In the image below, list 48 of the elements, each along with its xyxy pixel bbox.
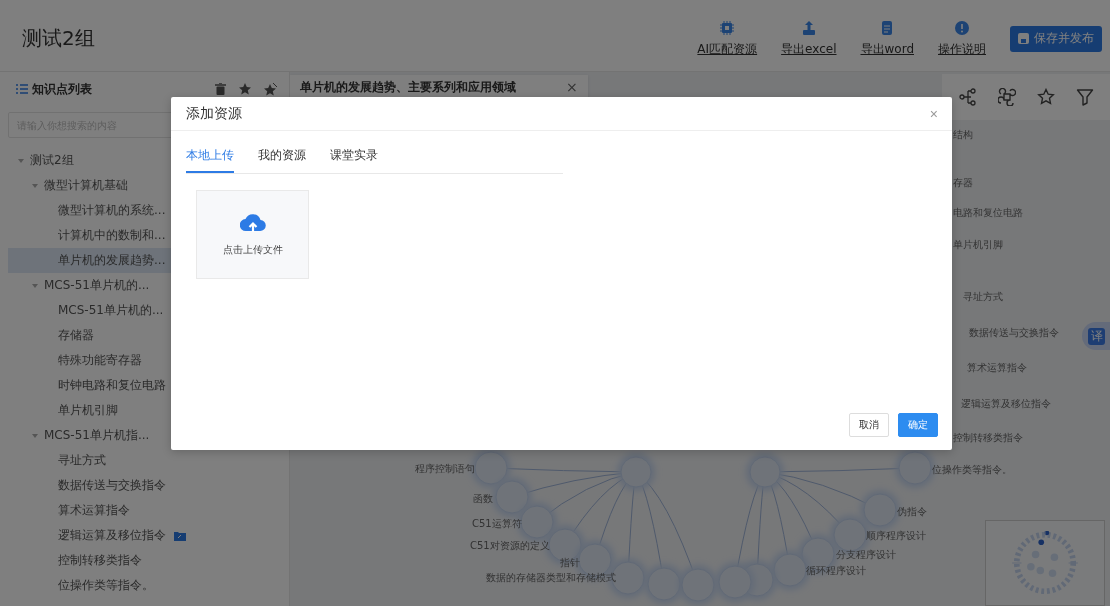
list-icon	[16, 84, 28, 94]
node-label: 控制转移类指令	[953, 432, 1023, 443]
close-button[interactable]: ×	[929, 105, 938, 122]
toolbar-button[interactable]: 操作说明	[938, 19, 986, 58]
save-publish-button[interactable]: 保存并发布	[1010, 25, 1102, 52]
toolbar-button[interactable]: AI匹配资源	[697, 19, 758, 58]
close-icon[interactable]: ×	[566, 79, 578, 95]
node-label: 数据传送与交换指令	[969, 327, 1059, 338]
tree-item[interactable]: 算术运算指令	[8, 498, 289, 523]
cancel-button[interactable]: 取消	[849, 413, 889, 437]
dialog-tab[interactable]: 我的资源	[258, 147, 306, 173]
save-icon	[1018, 33, 1029, 44]
node-label: 结构	[953, 129, 973, 140]
command-key-icon[interactable]	[997, 88, 1016, 106]
node-label: 位操作类等指令。	[932, 464, 1012, 475]
tree-item[interactable]: MCS-51单片机指...	[8, 423, 289, 448]
star-icon[interactable]	[239, 83, 251, 95]
confirm-button[interactable]: 确定	[898, 413, 938, 437]
star-pin-icon[interactable]	[264, 82, 277, 96]
folder-icon[interactable]	[174, 530, 186, 541]
node-label: 算术运算指令	[967, 362, 1027, 373]
node-label: 指针	[560, 557, 580, 568]
app-title: 测试2组	[22, 25, 96, 52]
chip-icon	[719, 19, 736, 36]
node-label: 函数	[473, 493, 493, 504]
translate-button[interactable]: 译	[1082, 322, 1110, 350]
filter-icon[interactable]	[1075, 88, 1094, 106]
trash-icon[interactable]	[215, 83, 226, 95]
dialog-tab[interactable]: 本地上传	[186, 147, 234, 173]
tree-item[interactable]: 位操作类等指令。	[8, 573, 289, 598]
document-tab[interactable]: 单片机的发展趋势、主要系列和应用领域 ×	[290, 75, 588, 99]
tree-branch-icon[interactable]	[958, 88, 977, 106]
dialog-tab[interactable]: 课堂实录	[330, 147, 378, 173]
star-outline-icon[interactable]	[1036, 88, 1055, 106]
info-icon	[954, 19, 970, 36]
tree-item[interactable]: 数据传送与交换指令	[8, 473, 289, 498]
node-label: 伪指令	[897, 506, 927, 517]
node-label: 逻辑运算及移位指令	[961, 398, 1051, 409]
tree-item[interactable]: 寻址方式	[8, 448, 289, 473]
node-label: 存器	[953, 177, 973, 188]
tree-item[interactable]: 逻辑运算及移位指令	[8, 523, 289, 548]
node-label: 程序控制语句	[415, 463, 475, 474]
tree-item[interactable]: 控制转移类指令	[8, 548, 289, 573]
upload-area[interactable]: 点击上传文件	[196, 190, 309, 279]
upload-icon	[800, 19, 817, 36]
cloud-upload-icon	[239, 212, 266, 235]
panel-title: 知识点列表	[32, 80, 93, 98]
node-label: 电路和复位电路	[953, 207, 1023, 218]
